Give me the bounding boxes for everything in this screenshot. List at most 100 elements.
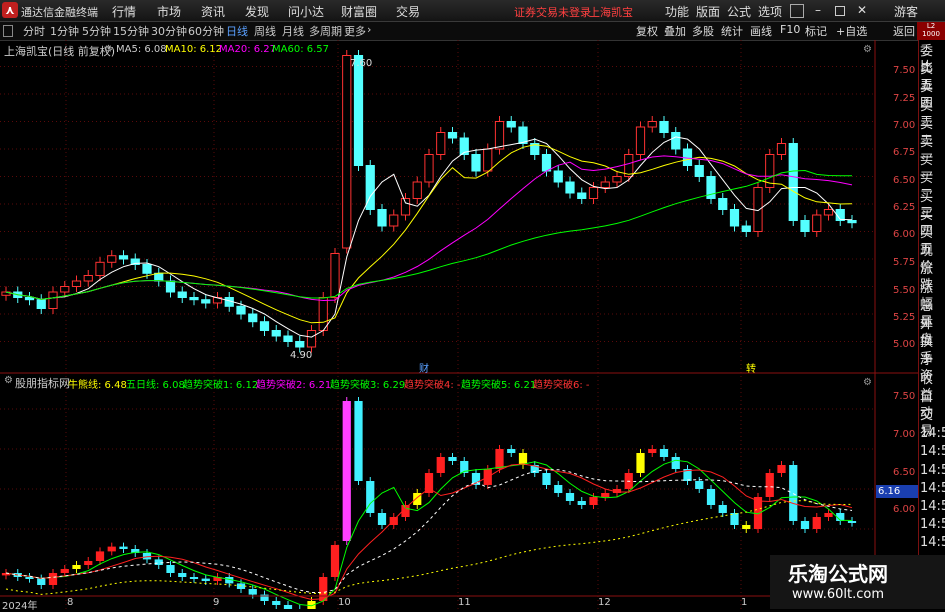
window-frame-icon[interactable] (790, 4, 804, 18)
candle (377, 209, 387, 227)
btn-add-favorite[interactable]: +自选 (836, 23, 867, 39)
quote-field[interactable]: 14:56 (920, 463, 945, 479)
trend2-label: 趋势突破2: 6.21 (256, 380, 332, 391)
login-notice[interactable]: 证券交易未登录 (514, 4, 591, 20)
marker-zhuan[interactable]: 转 (746, 360, 756, 375)
candle (71, 280, 82, 287)
l2-badge[interactable]: L2 1000 (917, 22, 945, 40)
tab-fenshi[interactable]: 分时 (23, 23, 45, 39)
minimize-icon[interactable]: – (815, 3, 821, 17)
sub-y-tick: 7.00 (893, 429, 916, 440)
menu-caifuquan[interactable]: 财富圈 (341, 3, 377, 20)
candle (847, 220, 857, 224)
sub-candle (272, 601, 281, 605)
candle (353, 55, 364, 166)
menu-wenxiaoda[interactable]: 问小达 (288, 3, 324, 20)
panel-toggle-icon[interactable] (3, 25, 13, 37)
y-tick: 6.25 (893, 202, 916, 213)
sub-candle (659, 449, 669, 457)
tab-15min[interactable]: 15分钟 (113, 23, 149, 39)
menu-shichang[interactable]: 市场 (157, 3, 181, 20)
btn-tongji[interactable]: 统计 (721, 23, 743, 39)
candle (518, 126, 528, 144)
menu-faxian[interactable]: 发现 (245, 3, 269, 20)
sub-candle (377, 513, 387, 525)
menu-zixun[interactable]: 资讯 (201, 3, 225, 20)
sub-candle (554, 485, 563, 493)
tab-weekly[interactable]: 周线 (254, 23, 276, 39)
tab-5min[interactable]: 5分钟 (82, 23, 111, 39)
tab-1min[interactable]: 1分钟 (50, 23, 79, 39)
candle (812, 214, 822, 232)
candle (718, 198, 728, 210)
settings-gear-icon[interactable]: ⚙ (104, 44, 113, 55)
trend1-label: 趋势突破1: 6.12 (183, 380, 259, 391)
trend6-label: 趋势突破6: - (533, 380, 590, 391)
trend4-label: 趋势突破4: - (404, 380, 461, 391)
candle (189, 297, 199, 301)
quote-field[interactable]: 14:56 (920, 535, 945, 551)
btn-back[interactable]: 返回 (893, 23, 915, 39)
ma60-label: MA60: 6.57 (272, 44, 330, 55)
tab-daily[interactable]: 日线 (226, 23, 248, 39)
sub-chart-title: 股朋指标网 (15, 377, 70, 390)
candle (447, 132, 458, 139)
app-logo-icon: ⋏ (2, 2, 18, 18)
sub-candle (95, 551, 105, 561)
chart-settings-icon[interactable]: ⚙ (863, 44, 872, 55)
btn-duogu[interactable]: 多股 (692, 23, 714, 39)
btn-diejia[interactable]: 叠加 (664, 23, 686, 39)
tab-more[interactable]: 更多 (344, 23, 366, 39)
sub-candle (107, 546, 116, 552)
btn-huaxian[interactable]: 画线 (750, 23, 772, 39)
ma60-line (5, 169, 853, 300)
sub-chart-settings-icon[interactable]: ⚙ (863, 377, 872, 388)
quote-field[interactable]: 14:56 (920, 426, 945, 442)
menu-gongshi[interactable]: 公式 (727, 3, 751, 20)
maximize-icon[interactable] (835, 6, 845, 16)
kline-chart-area[interactable] (0, 40, 918, 609)
sub-candle (436, 457, 445, 473)
menu-banmian[interactable]: 版面 (696, 3, 720, 20)
user-label[interactable]: 游客 (894, 3, 918, 20)
quote-field[interactable]: 14:56 (920, 499, 945, 515)
sub-candle (178, 573, 187, 577)
sub-candle (542, 473, 551, 485)
tab-multi-period[interactable]: 多周期 (309, 23, 342, 39)
chevron-right-icon[interactable]: › (367, 23, 371, 36)
sub-settings-icon[interactable]: ⚙ (4, 375, 13, 386)
niuxiong-line (5, 500, 853, 595)
btn-biaoji[interactable]: 标记 (805, 23, 827, 39)
tab-60min[interactable]: 60分钟 (188, 23, 224, 39)
marker-cai[interactable]: 财 (419, 360, 429, 375)
candle (201, 299, 211, 304)
sub-candle (800, 521, 810, 529)
x-tick: 11 (458, 597, 471, 608)
menu-jiaoyi[interactable]: 交易 (396, 3, 420, 20)
menu-xuanxiang[interactable]: 选项 (758, 3, 782, 20)
close-icon[interactable]: ✕ (857, 3, 867, 17)
tab-monthly[interactable]: 月线 (282, 23, 304, 39)
btn-fuquan[interactable]: 复权 (636, 23, 658, 39)
candle (577, 192, 587, 199)
sub-candle (718, 505, 727, 513)
y-tick: 6.00 (893, 229, 916, 240)
x-tick: 8 (67, 597, 74, 608)
sub-candle (119, 546, 128, 549)
candle (154, 272, 164, 282)
candle (424, 154, 434, 183)
sub-candle (201, 578, 210, 581)
sub-candle (507, 449, 516, 453)
quote-field[interactable]: 14:56 (920, 444, 945, 460)
menu-hangqing[interactable]: 行情 (112, 3, 136, 20)
quote-field[interactable]: 14:56 (920, 481, 945, 497)
x-tick: 12 (598, 597, 611, 608)
tab-30min[interactable]: 30分钟 (151, 23, 187, 39)
sub-candle (706, 489, 716, 505)
menu-gongneng[interactable]: 功能 (665, 3, 689, 20)
candle (506, 121, 516, 128)
quote-field[interactable]: 14:56 (920, 517, 945, 533)
btn-f10[interactable]: F10 (780, 23, 800, 36)
candle (330, 253, 340, 298)
ma20-label: MA20: 6.27 (219, 44, 277, 55)
